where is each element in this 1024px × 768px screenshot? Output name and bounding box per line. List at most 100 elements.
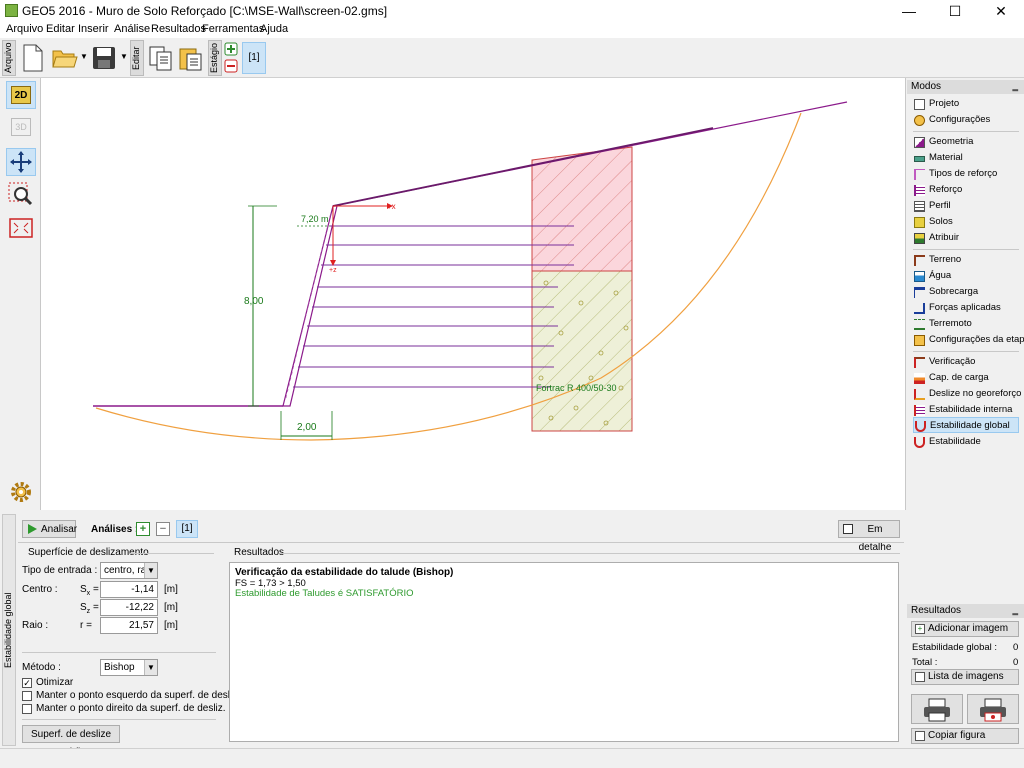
view-3d-button[interactable]: 3D	[6, 113, 36, 141]
keep-right-checkbox[interactable]	[22, 704, 32, 714]
mode-perfil[interactable]: Perfil	[913, 198, 1019, 214]
mode-geometria[interactable]: Geometria	[913, 134, 1019, 150]
sz-label: Sz =	[80, 602, 99, 615]
wall-face[interactable]	[282, 205, 338, 407]
mode-sobrecarga[interactable]: Sobrecarga	[913, 284, 1019, 300]
input-type-select[interactable]: centro, raio ▼	[100, 562, 158, 579]
open-folder-icon[interactable]	[52, 46, 78, 70]
copy-data-icon[interactable]	[148, 45, 174, 71]
mode-cap-carga[interactable]: Cap. de carga	[913, 370, 1019, 386]
menu-inserir[interactable]: Inserir	[78, 23, 109, 35]
pan-button[interactable]	[6, 148, 36, 176]
sz-input[interactable]: -12,22	[100, 599, 158, 616]
open-dropdown-icon[interactable]: ▼	[80, 52, 88, 61]
mode-config-etapa[interactable]: Configurações da etapa	[913, 332, 1024, 348]
mode-estabilidade-global[interactable]: Estabilidade global	[913, 417, 1019, 433]
settings-button[interactable]	[6, 478, 36, 506]
mode-terremoto[interactable]: Terremoto	[913, 316, 1019, 332]
mode-solos[interactable]: Solos	[913, 214, 1019, 230]
stage-settings-icon	[914, 335, 925, 346]
analyze-button[interactable]: Analisar	[22, 520, 77, 538]
mode-material[interactable]: Material	[913, 150, 1019, 166]
save-icon[interactable]	[92, 46, 118, 70]
drawing-canvas[interactable]: +x +z 7,20 m 8,00 2,00 Fortrac R 400/50-…	[40, 78, 906, 510]
analysis-tab-1[interactable]: [1]	[176, 520, 198, 538]
printer-icon	[924, 698, 950, 722]
slip-surface-arc[interactable]	[95, 112, 802, 441]
optimize-label: Otimizar	[36, 677, 74, 688]
internal-stability-icon	[914, 405, 925, 416]
mode-verificacao[interactable]: Verificação	[913, 354, 1019, 370]
mode-estabilidade-interna[interactable]: Estabilidade interna	[913, 402, 1019, 418]
center-label: Centro :	[22, 584, 58, 595]
modes-panel: Modos ‗ Projeto Configurações Geometria M…	[907, 78, 1024, 748]
minimize-button[interactable]: —	[886, 0, 932, 22]
mode-projeto[interactable]: Projeto	[913, 96, 1019, 112]
sx-unit: [m]	[164, 584, 178, 595]
copy-figure-icon	[915, 731, 925, 741]
mode-terreno[interactable]: Terreno	[913, 252, 1019, 268]
method-select[interactable]: Bishop ▼	[100, 659, 158, 676]
print-button[interactable]	[911, 694, 963, 724]
print-export-button[interactable]	[967, 694, 1019, 724]
copy-figure-button[interactable]: Copiar figura	[911, 728, 1019, 744]
standard-slip-surface-button[interactable]: Superf. de deslize padrão	[22, 725, 120, 758]
mode-atribuir[interactable]: Atribuir	[913, 230, 1019, 246]
add-analysis-icon[interactable]: +	[136, 522, 150, 536]
stability-icon	[914, 437, 925, 448]
axis-x-label: +x	[387, 202, 396, 211]
global-stability-icon	[915, 421, 926, 432]
soil-block-upper[interactable]	[531, 146, 633, 272]
axis-z-label: +z	[329, 267, 337, 274]
mode-tipos-reforco[interactable]: Tipos de reforço	[913, 166, 1019, 182]
paste-data-icon[interactable]	[178, 45, 204, 71]
mode-estabilidade[interactable]: Estabilidade	[913, 434, 1019, 450]
soil-icon	[914, 217, 925, 228]
chevron-down-icon: ▼	[144, 563, 157, 578]
image-list-icon	[915, 672, 925, 682]
mode-reforco[interactable]: Reforço	[913, 182, 1019, 198]
menu-ferramentas[interactable]: Ferramentas	[202, 23, 264, 35]
mode-agua[interactable]: Água	[913, 268, 1019, 284]
keep-left-checkbox[interactable]	[22, 691, 32, 701]
new-file-icon[interactable]	[22, 44, 44, 72]
menu-editar[interactable]: Editar	[46, 23, 75, 35]
app-logo-icon	[5, 4, 18, 17]
global-stability-count-label: Estabilidade global :	[912, 642, 998, 653]
reinforcement-type-icon	[914, 169, 925, 180]
save-dropdown-icon[interactable]: ▼	[120, 52, 128, 61]
toolbar: Arquivo ▼ ▼ Editar Estágio [1]	[0, 38, 1024, 78]
zoom-extents-button[interactable]	[6, 214, 36, 242]
stage-1-tab[interactable]: [1]	[242, 42, 266, 74]
mode-deslize-georeforco[interactable]: Deslize no georeforço	[913, 386, 1021, 402]
assign-icon	[914, 233, 925, 244]
menu-ajuda[interactable]: Ajuda	[260, 23, 288, 35]
maximize-button[interactable]: ☐	[932, 0, 978, 22]
result-heading: Verificação da estabilidade do talude (B…	[235, 567, 454, 578]
mode-configuracoes[interactable]: Configurações	[913, 112, 1019, 128]
view-2d-button[interactable]: 2D	[6, 81, 36, 109]
radius-input[interactable]: 21,57	[100, 617, 158, 634]
editar-toolbar-label: Editar	[130, 40, 144, 76]
remove-analysis-icon[interactable]: −	[156, 522, 170, 536]
close-button[interactable]: ✕	[978, 0, 1024, 22]
sx-input[interactable]: -1,14	[100, 581, 158, 598]
image-list-button[interactable]: Lista de imagens	[911, 669, 1019, 685]
add-image-button[interactable]: + Adicionar imagem	[911, 621, 1019, 637]
view-toolbar: 2D 3D	[0, 78, 40, 510]
applied-force-icon	[914, 303, 925, 314]
remove-stage-icon[interactable]	[224, 59, 238, 73]
zoom-window-button[interactable]	[6, 180, 36, 208]
optimize-checkbox[interactable]: ✓	[22, 678, 32, 688]
add-stage-icon[interactable]	[224, 42, 238, 56]
menu-analise[interactable]: Análise	[114, 23, 150, 35]
mode-forcas-aplicadas[interactable]: Forças aplicadas	[913, 300, 1019, 316]
geometry-icon	[914, 137, 925, 148]
detail-button[interactable]: Em detalhe	[838, 520, 900, 553]
total-count-label: Total :	[912, 657, 938, 668]
menu-arquivo[interactable]: Arquivo	[6, 23, 43, 35]
menu-resultados[interactable]: Resultados	[151, 23, 206, 35]
estagio-toolbar-label: Estágio	[208, 40, 222, 76]
radius-unit: [m]	[164, 620, 178, 631]
surcharge-icon	[914, 287, 925, 298]
